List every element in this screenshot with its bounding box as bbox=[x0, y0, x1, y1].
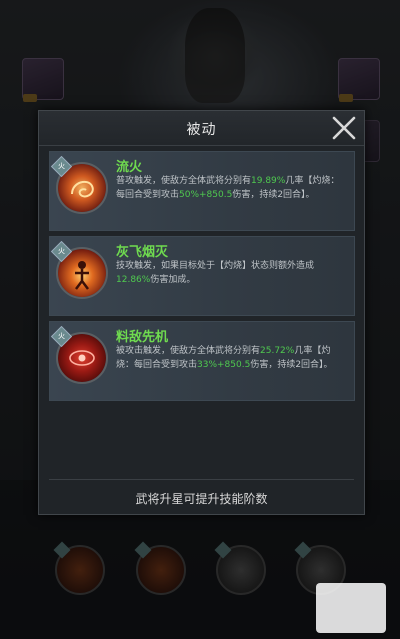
skill-name: 料敌先机 bbox=[116, 330, 169, 345]
skill-card[interactable]: 火 灰飞烟灭 技攻触发，如果目标处于【灼烧】状态则额外造成12.86%伤害加成。 bbox=[49, 236, 355, 316]
skill-name: 灰飞烟灭 bbox=[116, 245, 169, 260]
close-button[interactable] bbox=[329, 113, 359, 143]
footer-divider bbox=[49, 479, 354, 480]
close-icon bbox=[332, 116, 356, 140]
passive-skills-dialog: 被动 火 流火 普攻触发，使敌方全体武将分别有19.89%几率【灼烧：每回合受到… bbox=[38, 110, 365, 515]
skill-card[interactable]: 火 料敌先机 被攻击触发，使敌方全体武将分别有25.72%几率【灼烧：每回合受到… bbox=[49, 321, 355, 401]
footer-hint: 武将升星可提升技能阶数 bbox=[135, 492, 268, 506]
skill-name: 流火 bbox=[116, 160, 143, 175]
skill-description: 被攻击触发，使敌方全体武将分别有25.72%几率【灼烧：每回合受到攻击33%+8… bbox=[116, 346, 333, 370]
skill-description: 普攻触发，使敌方全体武将分别有19.89%几率【灼烧：每回合受到攻击50%+85… bbox=[116, 176, 340, 200]
dialog-title: 被动 bbox=[186, 122, 217, 138]
watermark bbox=[316, 583, 386, 633]
skill-card[interactable]: 火 流火 普攻触发，使敌方全体武将分别有19.89%几率【灼烧：每回合受到攻击5… bbox=[49, 151, 355, 231]
skill-description: 技攻触发，如果目标处于【灼烧】状态则额外造成12.86%伤害加成。 bbox=[116, 261, 315, 285]
dialog-header: 被动 bbox=[39, 111, 364, 146]
